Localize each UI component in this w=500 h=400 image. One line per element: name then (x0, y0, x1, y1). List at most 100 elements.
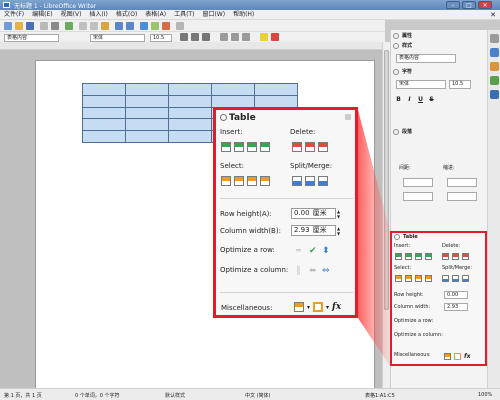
font-color-icon[interactable] (271, 33, 279, 41)
highlight-color-icon[interactable] (260, 33, 268, 41)
spellcheck-icon[interactable] (65, 22, 73, 30)
delete-table-icon[interactable] (462, 253, 469, 260)
split-table-icon[interactable] (318, 176, 328, 186)
sidebar-indent-after[interactable] (447, 192, 477, 201)
menu-tools[interactable]: 工具(T) (170, 10, 198, 20)
navigator-tab-icon[interactable] (490, 90, 499, 99)
select-cell-icon[interactable] (234, 176, 244, 186)
collapse-icon[interactable] (393, 128, 399, 135)
print-icon[interactable] (51, 22, 59, 30)
sidebar-bold-button[interactable]: B (395, 96, 402, 103)
select-table-icon[interactable] (221, 176, 231, 186)
distribute-rows-icon[interactable]: ⬍ (322, 246, 332, 256)
status-language[interactable]: 中文 (简体) (245, 392, 271, 399)
borders-icon[interactable] (313, 302, 324, 312)
table-cell[interactable] (125, 130, 169, 143)
optimal-column-width-icon[interactable]: ⬌ (309, 266, 319, 276)
insert-columns-before-icon[interactable] (415, 253, 422, 260)
menu-format[interactable]: 格式(O) (112, 10, 141, 20)
insert-rows-below-icon[interactable] (234, 142, 244, 152)
open-folder-icon[interactable] (15, 22, 23, 30)
gallery-tab-icon[interactable] (490, 76, 499, 85)
cut-icon[interactable] (79, 22, 87, 30)
table-cell[interactable] (82, 130, 126, 143)
border-color-icon[interactable] (444, 353, 451, 360)
sidebar-menu-icon[interactable] (490, 34, 499, 43)
save-icon[interactable] (26, 22, 34, 30)
insert-rows-above-icon[interactable] (221, 142, 231, 152)
insert-columns-after-icon[interactable] (425, 253, 432, 260)
image-icon[interactable] (151, 22, 159, 30)
sidebar-size-combo[interactable]: 10.5 (449, 80, 471, 89)
mini-column-width-input[interactable]: 2.93 (444, 303, 468, 311)
table-cell[interactable] (211, 83, 255, 96)
font-name-combo[interactable]: 宋体 (90, 34, 145, 42)
delete-rows-icon[interactable] (292, 142, 302, 152)
close-button[interactable]: ✕ (478, 1, 492, 9)
scrollbar-thumb[interactable] (384, 50, 389, 310)
table-cell[interactable] (82, 83, 126, 96)
delete-rows-icon[interactable] (442, 253, 449, 260)
undo-icon[interactable] (115, 22, 123, 30)
menu-edit[interactable]: 编辑(E) (28, 10, 56, 20)
status-page-style[interactable]: 默认样式 (165, 392, 185, 399)
column-width-input[interactable]: 2.93 厘米 ▲ ▼ (291, 225, 340, 236)
table-cell[interactable] (125, 94, 169, 108)
menu-view[interactable]: 视图(V) (57, 10, 86, 20)
insert-columns-before-icon[interactable] (247, 142, 257, 152)
table-cell[interactable] (168, 106, 212, 120)
table-cell[interactable] (168, 118, 212, 132)
table-cell[interactable] (254, 83, 298, 96)
menu-help[interactable]: 帮助(H) (229, 10, 258, 20)
minimal-row-height-icon[interactable]: ═ (296, 246, 306, 256)
close-document-icon[interactable]: ✕ (490, 11, 496, 19)
table-cell[interactable] (168, 94, 212, 108)
distribute-columns-icon[interactable]: ⇔ (322, 266, 332, 276)
copy-icon[interactable] (90, 22, 98, 30)
sidebar-strike-button[interactable]: S (428, 96, 435, 103)
sidebar-font-combo[interactable]: 宋体 (396, 80, 446, 89)
table-cell[interactable] (211, 94, 255, 108)
paragraph-style-combo[interactable]: 表格内容 (4, 34, 59, 42)
delete-table-icon[interactable] (318, 142, 328, 152)
menu-file[interactable]: 文件(F) (0, 10, 28, 20)
collapse-icon[interactable] (394, 233, 400, 240)
table-cell[interactable] (168, 83, 212, 96)
minimize-button[interactable]: – (446, 1, 460, 9)
menu-table[interactable]: 表格(A) (141, 10, 170, 20)
paste-icon[interactable] (101, 22, 109, 30)
optimal-row-height-icon[interactable]: ✔ (309, 246, 319, 256)
sidebar-spacing-above[interactable] (403, 178, 433, 187)
insert-rows-below-icon[interactable] (405, 253, 412, 260)
select-column-icon[interactable] (247, 176, 257, 186)
select-cell-icon[interactable] (405, 275, 412, 282)
horizontal-ruler[interactable] (0, 42, 385, 50)
table-cell[interactable] (125, 118, 169, 132)
properties-tab-icon[interactable] (490, 48, 499, 57)
insert-columns-after-icon[interactable] (260, 142, 270, 152)
redo-icon[interactable] (126, 22, 134, 30)
table-cell[interactable] (125, 83, 169, 96)
collapse-icon[interactable] (393, 32, 399, 39)
select-row-icon[interactable] (260, 176, 270, 186)
bold-icon[interactable] (180, 33, 188, 41)
sidebar-underline-button[interactable]: U (417, 96, 424, 103)
sidebar-indent-before[interactable] (447, 178, 477, 187)
menu-window[interactable]: 窗口(W) (198, 10, 229, 20)
borders-icon[interactable] (454, 353, 461, 360)
mini-row-height-input[interactable]: 0.00 (444, 291, 468, 299)
border-color-icon[interactable] (294, 302, 304, 312)
row-height-spin-icon[interactable]: ▲ ▼ (337, 209, 343, 219)
sidebar-spacing-below[interactable] (403, 192, 433, 201)
table-cell[interactable] (82, 106, 126, 120)
new-document-icon[interactable] (4, 22, 12, 30)
export-pdf-icon[interactable] (40, 22, 48, 30)
table-cell[interactable] (82, 118, 126, 132)
collapse-icon[interactable] (220, 114, 227, 121)
font-size-combo[interactable]: 10.5 (150, 34, 172, 42)
table-cell[interactable] (254, 94, 298, 108)
align-right-icon[interactable] (242, 33, 250, 41)
row-height-input[interactable]: 0.00 厘米 ▲ ▼ (291, 208, 340, 219)
select-column-icon[interactable] (415, 275, 422, 282)
table-icon[interactable] (140, 22, 148, 30)
